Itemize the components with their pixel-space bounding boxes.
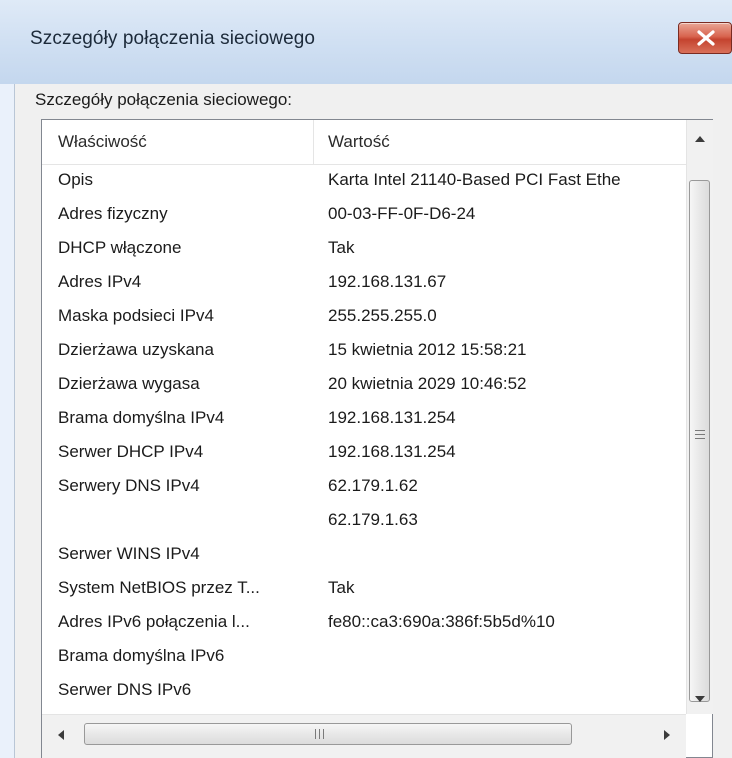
details-listview[interactable]: Właściwość Wartość Opis Karta Intel 21140… [41,119,713,758]
horizontal-scroll-thumb[interactable] [84,723,572,745]
property-cell: Serwer WINS IPv4 [58,544,200,563]
table-row[interactable]: Serwer DNS IPv6 [42,674,686,708]
table-row[interactable]: Dzierżawa wygasa 20 kwietnia 2029 10:46:5… [42,368,686,402]
column-header-value[interactable]: Wartość [315,120,686,164]
value-cell: fe80::ca3:690a:386f:5b5d%10 [328,612,555,631]
table-row[interactable]: Maska podsieci IPv4 255.255.255.0 [42,300,686,334]
value-cell: 192.168.131.254 [328,408,456,427]
value-cell: 20 kwietnia 2029 10:46:52 [328,374,527,393]
table-row[interactable]: Serwer DHCP IPv4 192.168.131.254 [42,436,686,470]
property-cell: Dzierżawa wygasa [58,374,200,393]
window-title: Szczegóły połączenia sieciowego [30,28,316,49]
title-bar[interactable]: Szczegóły połączenia sieciowego [0,0,732,84]
property-cell: Serwer DNS IPv6 [58,680,192,699]
scroll-right-button[interactable] [654,723,680,749]
table-row[interactable]: Opis Karta Intel 21140-Based PCI Fast Eth… [42,164,686,198]
column-header-property[interactable]: Właściwość [42,120,314,164]
table-row[interactable]: System NetBIOS przez T... Tak [42,572,686,606]
vertical-scrollbar[interactable] [686,120,713,714]
property-cell: Opis [58,170,93,189]
table-row[interactable]: 62.179.1.63 [42,504,686,538]
property-cell: Serwer DHCP IPv4 [58,442,204,461]
grip-icon [315,729,329,739]
chevron-down-icon [695,696,705,702]
listview-rows: Opis Karta Intel 21140-Based PCI Fast Eth… [42,164,686,714]
property-cell: System NetBIOS przez T... [58,578,260,597]
chevron-right-icon [664,730,670,740]
value-cell: 00-03-FF-0F-D6-24 [328,204,476,223]
property-cell: Serwery DNS IPv4 [58,476,200,495]
table-row[interactable]: Adres IPv6 połączenia l... fe80::ca3:690a… [42,606,686,640]
property-cell: Adres fizyczny [58,204,168,223]
value-cell: 62.179.1.62 [328,476,418,495]
property-cell: Maska podsieci IPv4 [58,306,214,325]
table-row[interactable]: Brama domyślna IPv6 [42,640,686,674]
property-cell: Adres IPv6 połączenia l... [58,612,250,631]
listview-header: Właściwość Wartość [42,120,686,165]
details-group-label: Szczegóły połączenia sieciowego: [35,90,293,109]
property-cell: Brama domyślna IPv4 [58,408,225,427]
property-cell: Adres IPv4 [58,272,142,291]
value-cell: 15 kwietnia 2012 15:58:21 [328,340,527,359]
horizontal-scrollbar[interactable] [42,714,686,758]
scroll-left-button[interactable] [48,723,74,749]
network-connection-details-window: Szczegóły połączenia sieciowego Szczegół… [0,0,732,758]
scroll-up-button[interactable] [687,126,713,152]
table-row[interactable]: Serwery DNS IPv4 62.179.1.62 [42,470,686,504]
chevron-up-icon [695,136,705,142]
chevron-left-icon [58,730,64,740]
value-cell: 62.179.1.63 [328,510,418,529]
property-cell: Dzierżawa uzyskana [58,340,214,359]
table-row[interactable]: Adres IPv4 192.168.131.67 [42,266,686,300]
table-row[interactable]: Serwer WINS IPv4 [42,538,686,572]
value-cell: Karta Intel 21140-Based PCI Fast Ethe [328,170,621,189]
property-cell: Brama domyślna IPv6 [58,646,225,665]
value-cell: Tak [328,578,355,597]
table-row[interactable]: Adres fizyczny 00-03-FF-0F-D6-24 [42,198,686,232]
close-icon [697,30,715,46]
property-cell: DHCP włączone [58,238,182,257]
close-button[interactable] [678,22,732,54]
table-row[interactable]: Brama domyślna IPv4 192.168.131.254 [42,402,686,436]
value-cell: 255.255.255.0 [328,306,437,325]
value-cell: Tak [328,238,355,257]
value-cell: 192.168.131.67 [328,272,447,291]
grip-icon [695,430,705,442]
vertical-scroll-thumb[interactable] [689,180,710,702]
value-cell: 192.168.131.254 [328,442,456,461]
table-row[interactable]: Dzierżawa uzyskana 15 kwietnia 2012 15:58… [42,334,686,368]
dialog-content: Szczegóły połączenia sieciowego: Właściw… [14,84,732,758]
scroll-down-button[interactable] [687,686,713,712]
table-row[interactable]: DHCP włączone Tak [42,232,686,266]
